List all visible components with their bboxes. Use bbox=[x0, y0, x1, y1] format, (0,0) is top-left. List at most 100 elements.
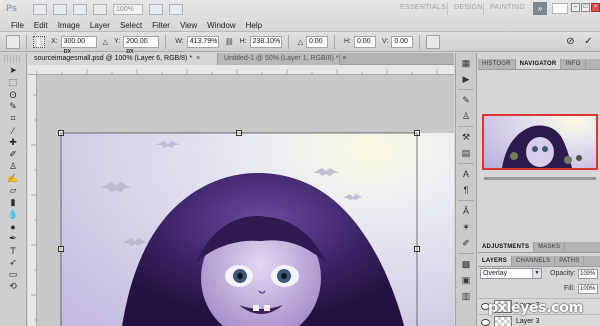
artwork-image[interactable] bbox=[61, 133, 454, 326]
horizontal-ruler[interactable] bbox=[28, 65, 454, 75]
history-brush-tool-icon[interactable]: ✍ bbox=[4, 173, 22, 184]
cs-live-button[interactable] bbox=[552, 3, 568, 14]
warp-mode-icon[interactable] bbox=[426, 34, 441, 49]
zoom-level-select[interactable]: 100% bbox=[113, 4, 143, 15]
close-tab-icon[interactable]: × bbox=[343, 55, 347, 62]
info-panel-icon[interactable]: ▥ bbox=[459, 290, 473, 302]
transform-tool-icon[interactable] bbox=[6, 34, 20, 49]
delta-icon[interactable]: △ bbox=[103, 38, 108, 46]
link-icon[interactable]: ⛓ bbox=[225, 38, 234, 46]
reference-point-icon[interactable] bbox=[33, 35, 45, 48]
path-selection-tool-icon[interactable]: ➶ bbox=[4, 257, 22, 268]
marquee-tool-icon[interactable]: ⬚ bbox=[4, 77, 22, 88]
paragraph-panel-icon[interactable]: ¶ bbox=[459, 184, 473, 196]
tab-adjustments[interactable]: ADJUSTMENTS bbox=[478, 242, 535, 252]
history-panel-icon[interactable]: ▦ bbox=[459, 57, 473, 69]
fill-field[interactable]: 100% bbox=[578, 284, 598, 294]
lasso-tool-icon[interactable]: ʘ bbox=[4, 89, 22, 100]
menu-window[interactable]: Window bbox=[202, 21, 240, 30]
tool-presets-icon[interactable]: ⚒ bbox=[459, 131, 473, 143]
blend-mode-select[interactable]: Overlay ▼ bbox=[480, 268, 542, 279]
vertical-ruler[interactable] bbox=[28, 75, 37, 326]
horizontal-skew-field[interactable]: 0.00 bbox=[353, 35, 376, 48]
brush-tool-icon[interactable]: ✐ bbox=[4, 149, 22, 160]
menu-file[interactable]: File bbox=[6, 21, 29, 30]
navigator-zoom-slider[interactable] bbox=[484, 177, 596, 180]
tab-info[interactable]: INFO bbox=[561, 59, 586, 69]
menu-filter[interactable]: Filter bbox=[147, 21, 175, 30]
3d-rotate-tool-icon[interactable]: ⟲ bbox=[4, 281, 22, 292]
zoom-icon[interactable] bbox=[93, 4, 107, 15]
menu-view[interactable]: View bbox=[175, 21, 202, 30]
character-panel-icon[interactable]: A bbox=[459, 168, 473, 180]
styles-panel-icon[interactable]: ▣ bbox=[459, 274, 473, 286]
move-tool-icon[interactable]: ➤ bbox=[4, 65, 22, 76]
menu-edit[interactable]: Edit bbox=[29, 21, 53, 30]
type-tool-icon[interactable]: T bbox=[4, 245, 22, 256]
tab-navigator[interactable]: NAVIGATOR bbox=[515, 59, 562, 69]
clone-source-panel-icon[interactable]: ♙ bbox=[459, 110, 473, 122]
document-canvas[interactable] bbox=[37, 75, 454, 326]
blur-tool-icon[interactable]: 💧 bbox=[4, 209, 22, 220]
menu-select[interactable]: Select bbox=[115, 21, 147, 30]
commit-transform-button[interactable]: ✓ bbox=[582, 36, 595, 48]
swatches-panel-icon[interactable]: ▩ bbox=[459, 258, 473, 270]
transform-handle-right[interactable] bbox=[414, 246, 420, 252]
menu-help[interactable]: Help bbox=[241, 21, 267, 30]
x-field[interactable]: 300.00 px bbox=[60, 35, 97, 55]
screen-mode-icon[interactable] bbox=[169, 4, 183, 15]
crop-tool-icon[interactable]: ⌗ bbox=[4, 113, 22, 124]
eraser-tool-icon[interactable]: ▱ bbox=[4, 185, 22, 196]
3d-panel-icon[interactable]: Ā bbox=[459, 205, 473, 217]
bridge-icon[interactable] bbox=[33, 4, 47, 15]
angle-field[interactable]: 0.00 bbox=[305, 35, 328, 48]
y-field[interactable]: 200.00 px bbox=[123, 35, 160, 55]
notes-panel-icon[interactable]: ✐ bbox=[459, 237, 473, 249]
shape-tool-icon[interactable]: ▭ bbox=[4, 269, 22, 280]
cancel-transform-button[interactable]: ⊘ bbox=[564, 36, 577, 48]
navigator-preview[interactable] bbox=[482, 114, 598, 170]
workspace-painting[interactable]: PAINTING bbox=[490, 4, 525, 11]
arrange-documents-icon[interactable] bbox=[149, 4, 163, 15]
layer-comps-icon[interactable]: ▤ bbox=[459, 147, 473, 159]
menu-layer[interactable]: Layer bbox=[85, 21, 115, 30]
more-workspaces-button[interactable]: » bbox=[533, 2, 547, 15]
tab-sourceimagesmall[interactable]: sourceimagesmall.psd @ 100% (Layer 6, RG… bbox=[28, 53, 218, 65]
height-field[interactable]: 238.10% bbox=[249, 35, 282, 48]
workspace-design[interactable]: DESIGN bbox=[454, 4, 483, 11]
gradient-tool-icon[interactable]: ▮ bbox=[4, 197, 22, 208]
tab-masks[interactable]: MASKS bbox=[534, 242, 566, 252]
tab-layers[interactable]: LAYERS bbox=[478, 256, 512, 266]
dodge-tool-icon[interactable]: ● bbox=[4, 221, 22, 232]
quick-select-tool-icon[interactable]: ✎ bbox=[4, 101, 22, 112]
mini-bridge-icon[interactable] bbox=[53, 4, 67, 15]
transform-handle-top[interactable] bbox=[236, 130, 242, 136]
pen-tool-icon[interactable]: ✒ bbox=[4, 233, 22, 244]
measurement-panel-icon[interactable]: ✶ bbox=[459, 221, 473, 233]
options-divider bbox=[419, 34, 421, 49]
workspace-essentials[interactable]: ESSENTIALS bbox=[400, 4, 446, 11]
menu-image[interactable]: Image bbox=[53, 21, 85, 30]
transform-handle-top-left[interactable] bbox=[58, 130, 64, 136]
clone-stamp-tool-icon[interactable]: ♙ bbox=[4, 161, 22, 172]
vertical-skew-field[interactable]: 0.00 bbox=[391, 35, 414, 48]
restore-icon[interactable]: □ bbox=[581, 3, 590, 12]
panel-grip[interactable] bbox=[4, 55, 22, 63]
close-tab-icon[interactable]: × bbox=[196, 55, 200, 62]
close-icon[interactable]: × bbox=[591, 3, 600, 12]
width-field[interactable]: 413.79% bbox=[186, 35, 219, 48]
tab-channels[interactable]: CHANNELS bbox=[512, 256, 556, 266]
eye-icon[interactable] bbox=[481, 319, 490, 326]
tab-histogram[interactable]: HISTOGR bbox=[478, 59, 516, 69]
tab-untitled-1[interactable]: Untitled-1 @ 50% (Layer 1, RGB/8) * × bbox=[218, 53, 347, 65]
spot-healing-tool-icon[interactable]: ✚ bbox=[4, 137, 22, 148]
eyedropper-tool-icon[interactable]: ⁄ bbox=[4, 125, 22, 136]
hand-icon[interactable] bbox=[73, 4, 87, 15]
transform-handle-top-right[interactable] bbox=[414, 130, 420, 136]
brush-panel-icon[interactable]: ✎ bbox=[459, 94, 473, 106]
transform-handle-left[interactable] bbox=[58, 246, 64, 252]
minimize-icon[interactable]: – bbox=[571, 3, 580, 12]
tab-paths[interactable]: PATHS bbox=[555, 256, 585, 266]
opacity-field[interactable]: 100% bbox=[578, 269, 598, 279]
actions-panel-icon[interactable]: ▶ bbox=[459, 73, 473, 85]
